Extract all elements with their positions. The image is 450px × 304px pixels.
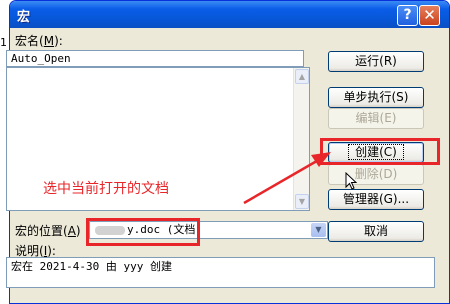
step-into-button[interactable]: 单步执行(S) [328,87,424,108]
mouse-pointer-icon [345,172,357,190]
edit-button[interactable]: 编辑(E) [328,108,424,129]
location-highlight-box [86,218,200,246]
organizer-button[interactable]: 管理器(G)... [328,189,424,210]
annotation-text: 选中当前打开的文档 [43,181,169,197]
macro-list-scrollbar[interactable]: ▲ ▼ [293,68,309,210]
close-button[interactable]: ✕ [419,5,440,26]
edge-digit: 1 [0,36,7,49]
help-button[interactable]: ? [397,5,418,26]
run-button[interactable]: 运行(R) [328,51,424,72]
dialog-title: 宏 [17,10,31,25]
title-bar: 宏 ? ✕ [10,1,449,28]
cancel-button[interactable]: 取消 [328,221,424,242]
scroll-down-arrow-icon[interactable]: ▼ [295,194,309,209]
delete-button[interactable]: 删除(D) [328,164,424,185]
create-highlight-box [320,138,440,165]
chevron-down-icon[interactable]: ▼ [311,223,326,237]
description-box: 宏在 2021-4-30 由 yyy 创建 [6,257,435,288]
macros-in-label: 宏的位置(A) [15,224,81,238]
macro-name-label: 宏名(M): [15,34,63,48]
scroll-up-arrow-icon[interactable]: ▲ [295,69,309,84]
macro-name-input[interactable]: Auto_Open [6,50,304,67]
